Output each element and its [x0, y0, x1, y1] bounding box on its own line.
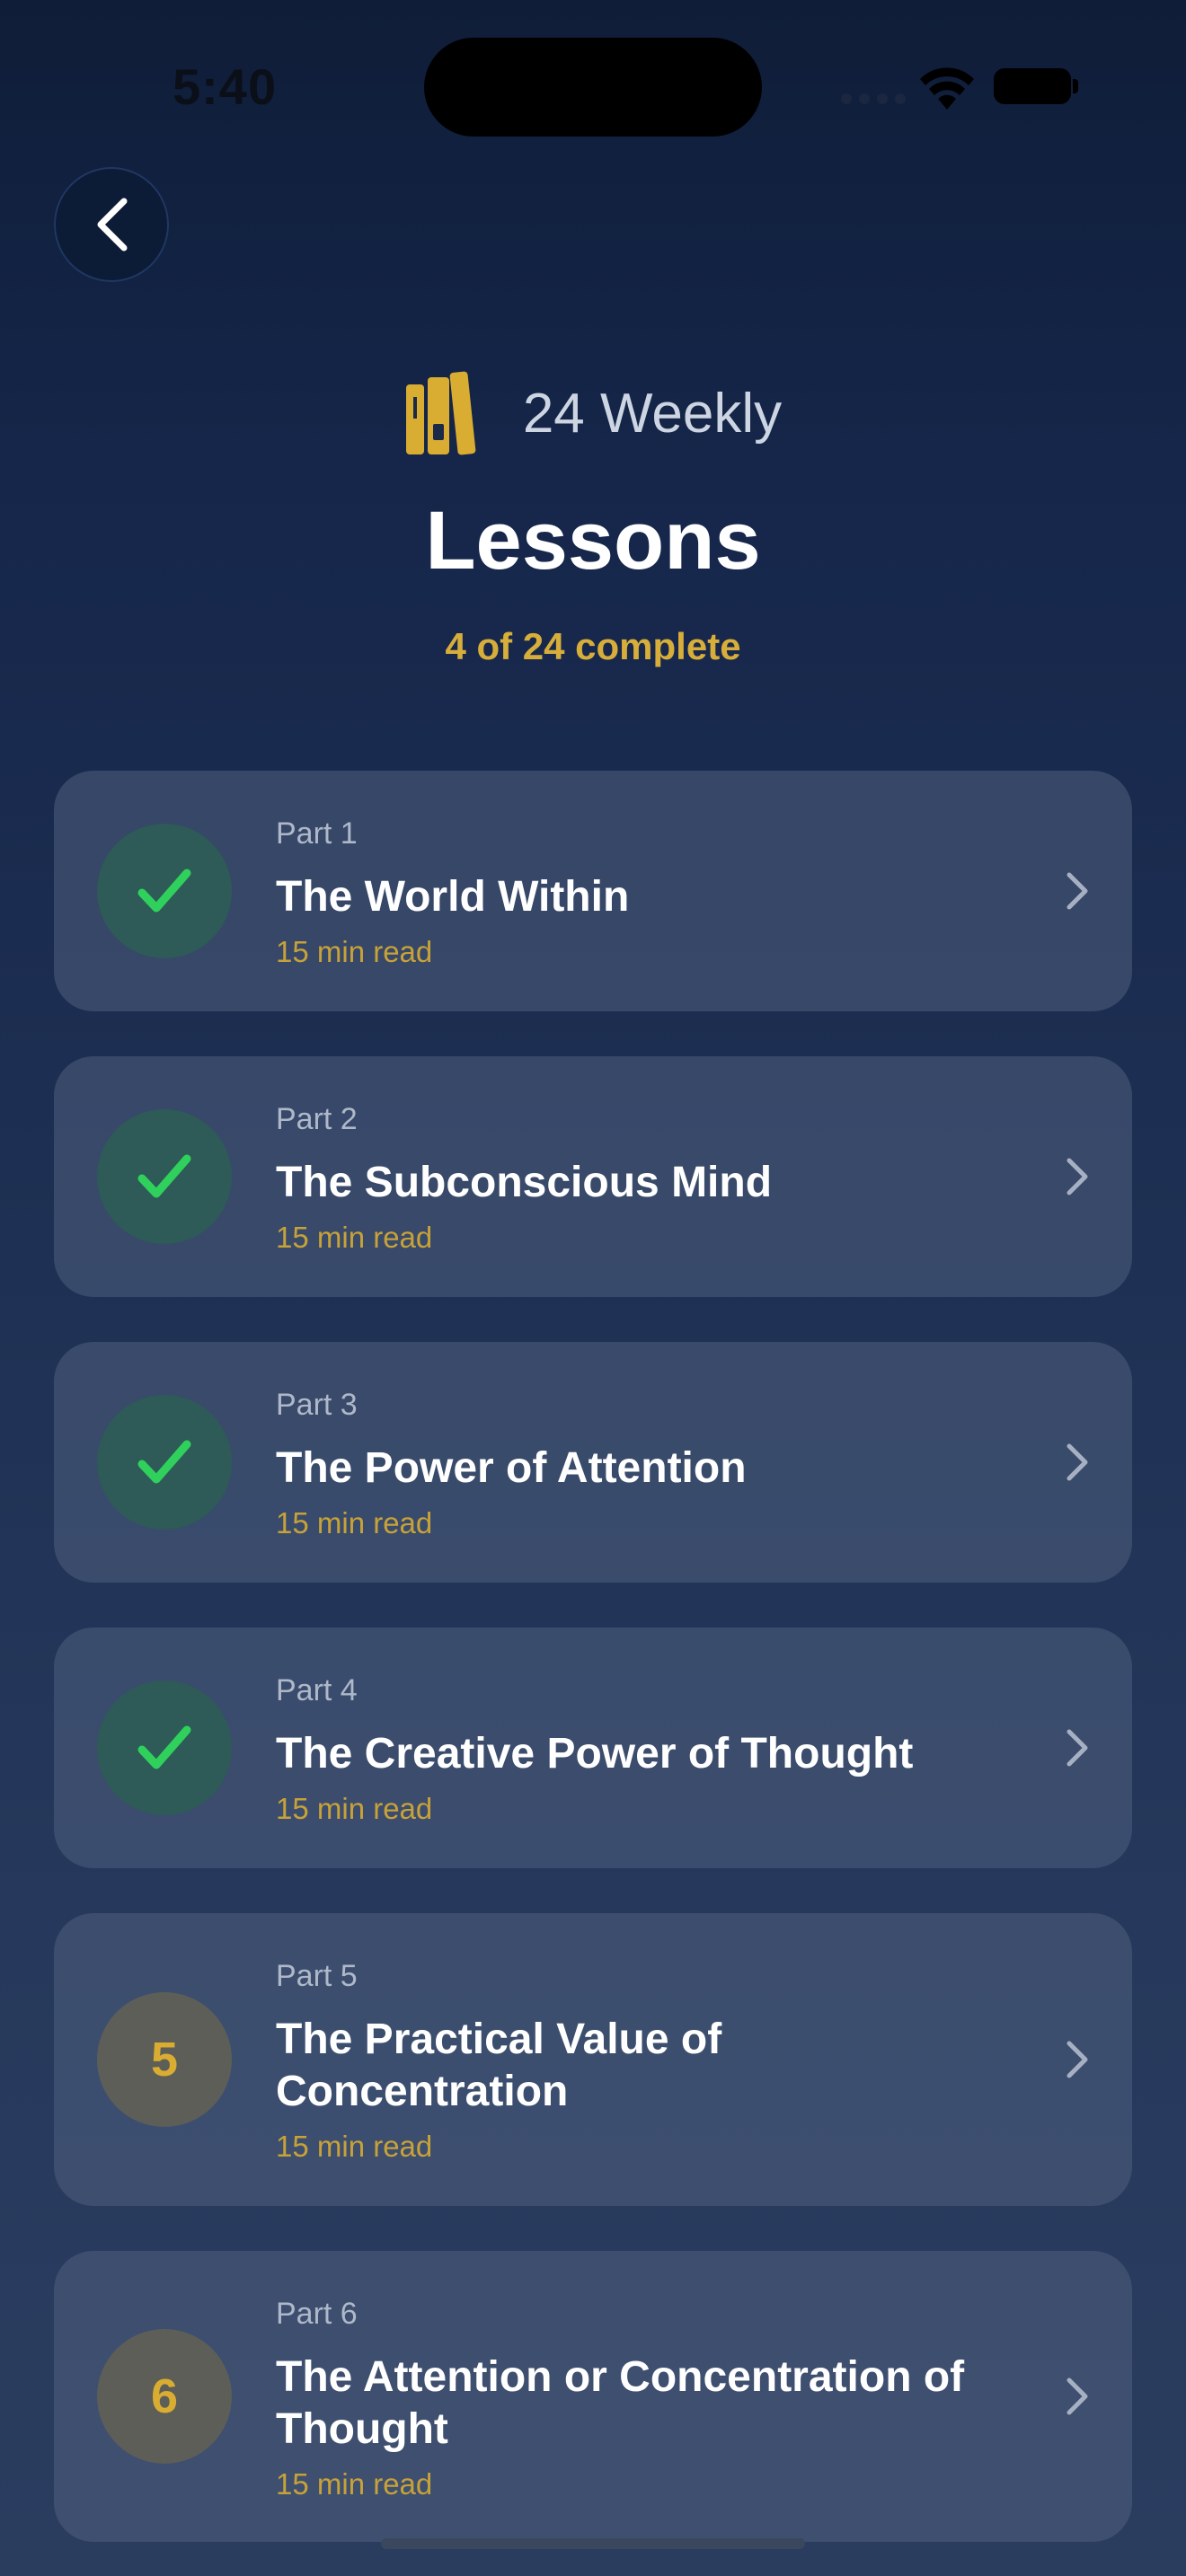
lesson-part: Part 6 — [276, 2297, 358, 2331]
pending-status: 5 — [97, 1992, 232, 2127]
chevron-right-icon — [1067, 1158, 1088, 1195]
lesson-part: Part 3 — [276, 1388, 358, 1422]
back-button[interactable] — [54, 167, 169, 282]
lesson-text: Part 6 The Attention or Concentration of… — [276, 2296, 1013, 2502]
checkmark-icon — [137, 1154, 191, 1198]
lesson-read-time: 15 min read — [276, 1506, 433, 1539]
status-time: 5:40 — [173, 58, 278, 115]
header-row: 24 Weekly — [0, 368, 1186, 458]
completed-status — [97, 1109, 232, 1244]
chevron-right-icon — [1067, 2041, 1088, 2078]
wifi-icon — [920, 67, 974, 110]
lesson-title: The Power of Attention — [276, 1444, 747, 1492]
lesson-card-1[interactable]: Part 1 The World Within 15 min read — [54, 771, 1132, 1011]
lesson-text: Part 3 The Power of Attention 15 min rea… — [276, 1387, 1013, 1541]
lesson-read-time: 15 min read — [276, 2467, 433, 2501]
chevron-right-icon — [1067, 2378, 1088, 2415]
lesson-card-2[interactable]: Part 2 The Subconscious Mind 15 min read — [54, 1056, 1132, 1297]
chevron-right-icon — [1067, 1443, 1088, 1481]
lesson-text: Part 4 The Creative Power of Thought 15 … — [276, 1672, 1013, 1827]
checkmark-icon — [137, 1440, 191, 1484]
lesson-text: Part 5 The Practical Value of Concentrat… — [276, 1958, 1013, 2165]
completed-status — [97, 824, 232, 958]
lesson-card-5[interactable]: 5 Part 5 The Practical Value of Concentr… — [54, 1913, 1132, 2206]
lesson-title: The Subconscious Mind — [276, 1159, 773, 1206]
completed-status — [97, 1395, 232, 1530]
lesson-title: The Attention or Concentration of Though… — [276, 2353, 965, 2453]
lesson-part: Part 1 — [276, 816, 358, 851]
checkmark-icon — [137, 869, 191, 913]
lesson-read-time: 15 min read — [276, 2130, 433, 2163]
lesson-read-time: 15 min read — [276, 1792, 433, 1825]
home-indicator[interactable] — [381, 2538, 805, 2549]
pending-status: 6 — [97, 2329, 232, 2464]
lesson-title: The World Within — [276, 873, 630, 921]
chevron-left-icon — [97, 198, 128, 251]
cellular-signal-icon — [841, 93, 906, 104]
completed-status — [97, 1681, 232, 1815]
status-bar: 5:40 — [0, 0, 1186, 171]
page-title: Lessons — [425, 495, 761, 587]
header-subtitle: 24 Weekly — [522, 382, 783, 445]
lesson-read-time: 15 min read — [276, 935, 433, 968]
lesson-part: Part 5 — [276, 1959, 358, 1993]
lesson-read-time: 15 min read — [276, 1221, 433, 1254]
lesson-card-3[interactable]: Part 3 The Power of Attention 15 min rea… — [54, 1342, 1132, 1583]
chevron-right-icon — [1067, 1729, 1088, 1767]
lesson-text: Part 2 The Subconscious Mind 15 min read — [276, 1101, 1013, 1256]
lesson-text: Part 1 The World Within 15 min read — [276, 816, 1013, 970]
lesson-title: The Creative Power of Thought — [276, 1730, 914, 1778]
lesson-card-6[interactable]: 6 Part 6 The Attention or Concentration … — [54, 2251, 1132, 2542]
lesson-part: Part 4 — [276, 1673, 358, 1707]
lesson-part: Part 2 — [276, 1102, 358, 1136]
battery-tip — [1073, 79, 1078, 93]
books-icon — [405, 371, 476, 455]
lesson-number: 5 — [150, 2033, 179, 2086]
checkmark-icon — [137, 1725, 191, 1769]
lesson-title: The Practical Value of Concentration — [276, 2016, 722, 2115]
dynamic-island — [424, 38, 762, 137]
lesson-card-4[interactable]: Part 4 The Creative Power of Thought 15 … — [54, 1628, 1132, 1868]
chevron-right-icon — [1067, 872, 1088, 910]
battery-icon — [994, 68, 1071, 104]
progress-text: 4 of 24 complete — [445, 625, 741, 667]
lesson-number: 6 — [150, 2369, 179, 2423]
